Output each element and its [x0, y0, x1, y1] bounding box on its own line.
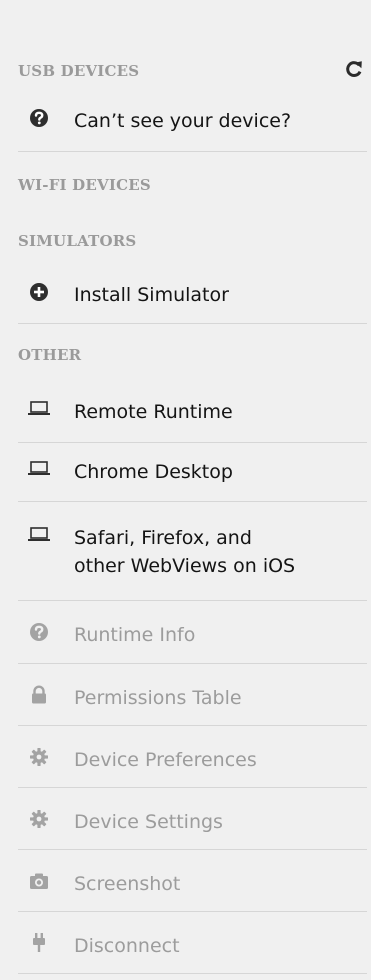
- other-header: OTHER: [18, 346, 367, 364]
- gear-icon: [26, 746, 52, 768]
- device-preferences-label: Device Preferences: [74, 749, 257, 771]
- screenshot-label: Screenshot: [74, 873, 181, 895]
- divider: [18, 323, 367, 324]
- label-line-1: Safari, Firefox, and: [74, 527, 252, 549]
- refresh-button[interactable]: [343, 58, 365, 80]
- runtime-info-item[interactable]: Runtime Info: [18, 621, 367, 649]
- disconnect-item[interactable]: Disconnect: [18, 932, 367, 960]
- runtime-info-label: Runtime Info: [74, 624, 196, 646]
- divider: [18, 151, 367, 152]
- cant-see-device-label: Can’t see your device?: [74, 110, 292, 132]
- screenshot-item[interactable]: Screenshot: [18, 870, 367, 898]
- plus-circle-icon: [26, 281, 52, 303]
- refresh-icon: [346, 61, 362, 77]
- permissions-table-item[interactable]: Permissions Table: [18, 684, 367, 712]
- chrome-desktop-label: Chrome Desktop: [74, 461, 233, 483]
- laptop-icon: [26, 458, 52, 480]
- cant-see-device-item[interactable]: Can’t see your device?: [18, 107, 367, 135]
- device-preferences-item[interactable]: Device Preferences: [18, 746, 367, 774]
- divider: [18, 663, 367, 664]
- divider: [18, 600, 367, 601]
- laptop-icon: [26, 524, 52, 546]
- question-circle-icon: [26, 621, 52, 643]
- disconnect-label: Disconnect: [74, 935, 180, 957]
- remote-runtime-label: Remote Runtime: [74, 401, 233, 423]
- divider: [18, 725, 367, 726]
- install-simulator-item[interactable]: Install Simulator: [18, 281, 367, 309]
- divider: [18, 973, 367, 974]
- divider: [18, 501, 367, 502]
- chrome-desktop-item[interactable]: Chrome Desktop: [18, 458, 367, 486]
- lock-icon: [26, 684, 52, 706]
- wifi-devices-header-label: WI-FI DEVICES: [18, 176, 151, 194]
- plug-icon: [26, 932, 52, 954]
- safari-firefox-webviews-item[interactable]: Safari, Firefox, and other WebViews on i…: [18, 524, 367, 580]
- divider: [18, 442, 367, 443]
- gear-icon: [26, 808, 52, 830]
- laptop-icon: [26, 398, 52, 420]
- question-circle-icon: [26, 107, 52, 129]
- safari-firefox-webviews-label: Safari, Firefox, and other WebViews on i…: [74, 524, 295, 580]
- simulators-header: SIMULATORS: [18, 232, 367, 250]
- device-settings-item[interactable]: Device Settings: [18, 808, 367, 836]
- usb-devices-header: USB DEVICES: [18, 61, 367, 80]
- permissions-table-label: Permissions Table: [74, 687, 242, 709]
- simulators-header-label: SIMULATORS: [18, 232, 137, 250]
- label-line-2: other WebViews on iOS: [74, 555, 296, 577]
- usb-devices-header-label: USB DEVICES: [18, 62, 140, 80]
- install-simulator-label: Install Simulator: [74, 284, 229, 306]
- wifi-devices-header: WI-FI DEVICES: [18, 176, 367, 194]
- divider: [18, 787, 367, 788]
- divider: [18, 849, 367, 850]
- divider: [18, 911, 367, 912]
- remote-runtime-item[interactable]: Remote Runtime: [18, 398, 367, 426]
- camera-icon: [26, 870, 52, 892]
- webide-sidebar: USB DEVICES Can’t see your device? WI-FI…: [18, 0, 367, 980]
- other-header-label: OTHER: [18, 346, 82, 364]
- device-settings-label: Device Settings: [74, 811, 223, 833]
